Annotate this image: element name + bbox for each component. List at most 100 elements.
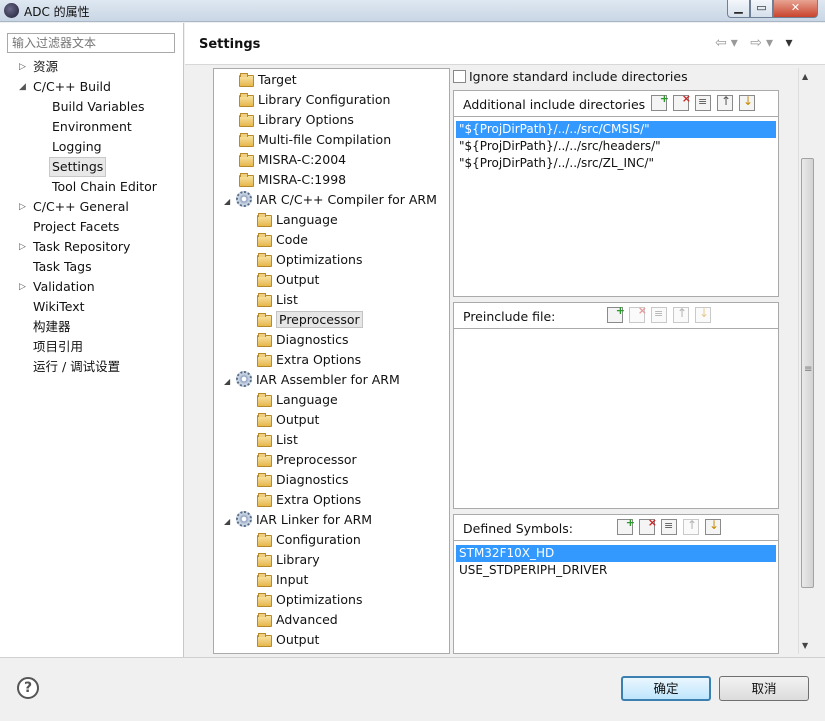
defined-symbols-toolbar [617,516,727,537]
collapse-arrow-icon[interactable]: ◢ [224,372,236,392]
delete-icon[interactable] [639,516,657,535]
list-item[interactable]: "${ProjDirPath}/../../src/CMSIS/" [456,121,776,138]
tool-tree-item[interactable]: Preprocessor [256,450,357,470]
nav-item[interactable]: C/C++ General [33,197,129,217]
move-down-icon[interactable] [705,518,721,535]
tool-tree-item[interactable]: Library Configuration [238,90,390,110]
nav-item[interactable]: 运行 / 调试设置 [33,357,120,377]
move-down-icon[interactable] [695,306,711,323]
tool-tree-item[interactable]: Extra Options [256,490,361,510]
tool-tree-item[interactable]: Code [256,230,308,250]
folder-icon [256,452,272,467]
tool-tree-item[interactable]: Target [238,70,297,90]
tool-tree-item[interactable]: Language [256,210,338,230]
tool-tree-item[interactable]: Output [256,630,319,650]
page-title: Settings [199,37,261,52]
tool-tree-item[interactable]: Output [256,410,319,430]
tool-tree-node[interactable]: ◢ IAR C/C++ Compiler for ARM [224,190,437,210]
tool-tree-item[interactable]: Extra Options [256,350,361,370]
tool-tree-item[interactable]: Diagnostics [256,470,349,490]
edit-icon[interactable] [695,95,711,111]
nav-item[interactable]: Tool Chain Editor [52,177,157,197]
collapse-arrow-icon[interactable]: ◢ [19,77,29,97]
tool-tree-node[interactable]: ◢ IAR Assembler for ARM [224,370,400,390]
tool-tree-item[interactable]: Advanced [256,610,338,630]
tool-tree-item[interactable]: Library Options [238,110,354,130]
scroll-down-icon[interactable]: ▼ [802,641,808,650]
back-menu-icon[interactable]: ▾ [731,35,742,51]
tool-tree-item[interactable]: List [256,290,298,310]
move-up-icon[interactable] [717,94,733,111]
tool-tree-item[interactable]: Optimizations [256,250,362,270]
help-icon[interactable]: ? [17,677,39,699]
nav-item[interactable]: 资源 [33,57,58,77]
tool-tree-item[interactable]: MISRA-C:2004 [238,150,346,170]
ignore-std-include-checkbox[interactable] [453,70,466,83]
tool-tree-item[interactable]: Output [256,270,319,290]
move-up-icon[interactable] [673,306,689,323]
tool-tree-item[interactable]: MISRA-C:1998 [238,170,346,190]
nav-item[interactable]: Task Repository [33,237,130,257]
nav-item[interactable]: Project Facets [33,217,119,237]
view-menu-icon[interactable]: ▾ [785,35,796,51]
nav-item[interactable]: 项目引用 [33,337,83,357]
preinclude-panel: Preinclude file: [453,302,779,509]
expand-arrow-icon[interactable]: ▷ [19,197,29,217]
add-icon[interactable] [651,92,669,111]
nav-item[interactable]: Settings [49,157,107,177]
folder-icon [238,152,254,167]
expand-arrow-icon[interactable]: ▷ [19,57,29,77]
scroll-thumb[interactable] [801,158,814,588]
expand-arrow-icon[interactable]: ▷ [19,277,29,297]
forward-menu-icon[interactable]: ▾ [766,35,777,51]
filter-input[interactable] [7,33,175,53]
delete-icon[interactable] [629,304,647,323]
list-item[interactable]: STM32F10X_HD [456,545,776,562]
collapse-arrow-icon[interactable]: ◢ [224,192,236,212]
tool-tree-item[interactable]: Library [256,550,320,570]
edit-icon[interactable] [661,519,677,535]
folder-icon [256,272,272,287]
list-item[interactable]: USE_STDPERIPH_DRIVER [456,562,776,579]
move-up-icon[interactable] [683,518,699,535]
add-icon[interactable] [607,304,625,323]
tool-tree-item[interactable]: Input [256,570,308,590]
move-down-icon[interactable] [739,94,755,111]
ok-button[interactable]: 确定 [621,676,711,701]
nav-item[interactable]: Task Tags [33,257,92,277]
tool-tree-item[interactable]: List [256,430,298,450]
tool-tree-item[interactable]: Preprocessor [256,310,363,330]
nav-item[interactable]: Validation [33,277,95,297]
tool-tree-node[interactable]: ◢ IAR Linker for ARM [224,510,372,530]
back-arrow-icon[interactable]: ⇦ [715,35,731,51]
expand-arrow-icon[interactable]: ▷ [19,237,29,257]
options-scrollbar[interactable]: ▲ ▼ [798,68,815,654]
scroll-up-icon[interactable]: ▲ [802,72,808,81]
list-item[interactable]: "${ProjDirPath}/../../src/headers/" [456,138,776,155]
nav-item[interactable]: WikiText [33,297,85,317]
tool-tree-label: Output [276,412,320,427]
minimize-button[interactable]: ▁ [727,0,750,18]
tool-tree-label: Library Options [258,112,354,127]
tool-tree-item[interactable]: Diagnostics [256,330,349,350]
delete-icon[interactable] [673,92,691,111]
cancel-button[interactable]: 取消 [719,676,809,701]
forward-arrow-icon[interactable]: ⇨ [750,35,766,51]
close-button[interactable]: ✕ [773,0,818,18]
maximize-button[interactable]: ▭ [750,0,773,18]
nav-item[interactable]: Logging [52,137,102,157]
tool-tree-item[interactable]: Optimizations [256,590,362,610]
tool-tree-item[interactable]: Configuration [256,530,361,550]
collapse-arrow-icon[interactable]: ◢ [224,512,236,532]
nav-item[interactable]: C/C++ Build [33,77,111,97]
nav-item[interactable]: Build Variables [52,97,144,117]
tool-tree-item[interactable]: Language [256,390,338,410]
edit-icon[interactable] [651,307,667,323]
list-item[interactable]: "${ProjDirPath}/../../src/ZL_INC/" [456,155,776,172]
tool-tree-label: Language [276,212,338,227]
tool-tree-label: Target [258,72,297,87]
nav-item[interactable]: 构建器 [33,317,71,337]
tool-tree-item[interactable]: Multi-file Compilation [238,130,391,150]
nav-item[interactable]: Environment [52,117,132,137]
add-icon[interactable] [617,516,635,535]
